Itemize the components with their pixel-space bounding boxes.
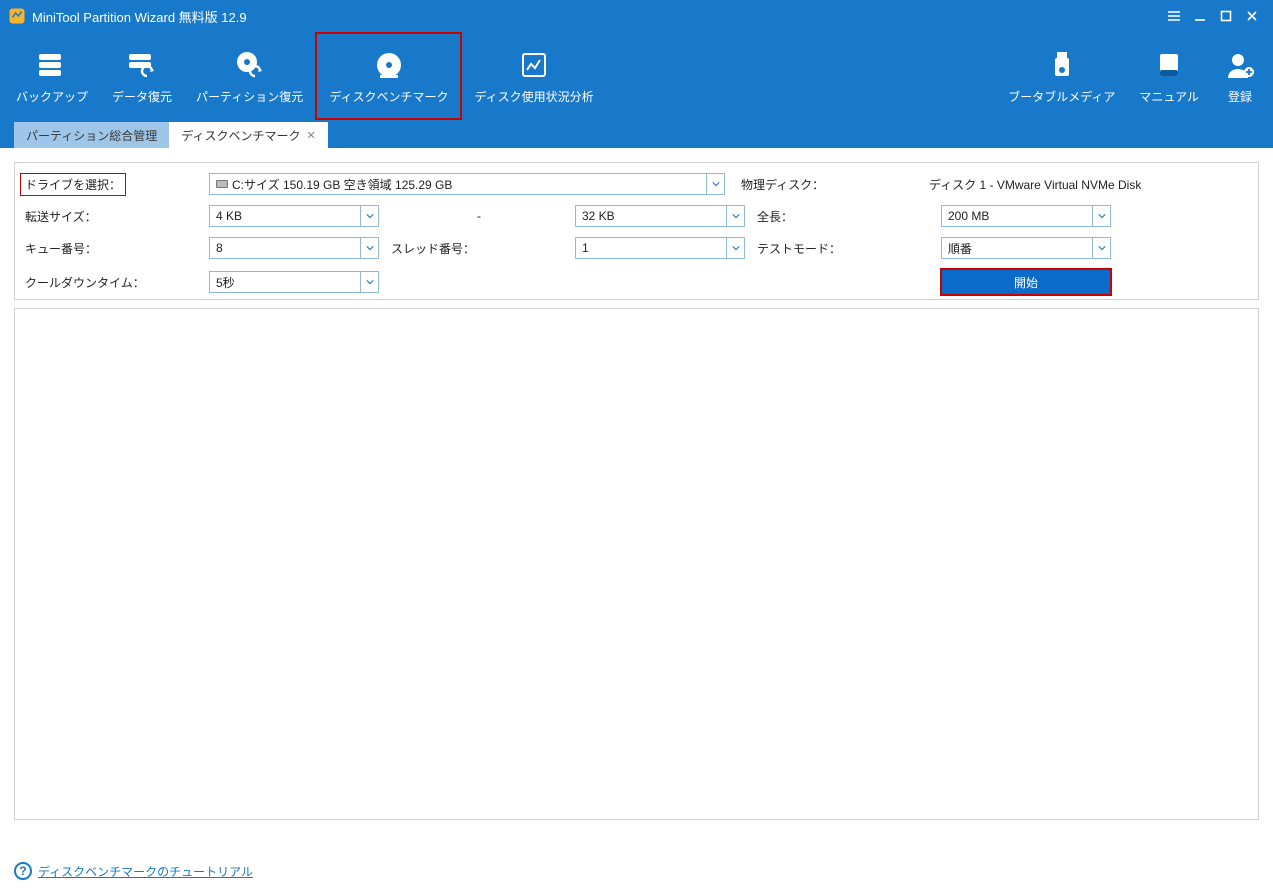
cooldown-select[interactable]: 5秒 [209,271,379,293]
toolbar-partition-recovery-label: パーティション復元 [196,88,303,105]
select-drive-label: ドライブを選択： [21,174,125,195]
close-icon[interactable] [1239,4,1265,28]
toolbar-disk-benchmark-label: ディスクベンチマーク [329,88,448,105]
cooldown-label: クールダウンタイム： [21,274,201,291]
book-icon [1152,48,1186,82]
chevron-down-icon [360,206,378,226]
tutorial-link[interactable]: ディスクベンチマークのチュートリアル [38,863,253,880]
settings-panel: ドライブを選択： C:サイズ 150.19 GB 空き領域 125.29 GB … [14,162,1259,300]
toolbar-data-recovery-label: データ復元 [112,88,172,105]
test-mode-value: 順番 [942,240,1092,257]
chevron-down-icon [726,238,744,258]
app-title: MiniTool Partition Wizard 無料版 12.9 [32,7,247,26]
tab-close-icon[interactable]: ✕ [306,129,315,142]
chevron-down-icon [360,272,378,292]
main-toolbar: バックアップ データ復元 パーティション復元 ディスクベンチマーク ディスク使用… [0,32,1273,120]
transfer-size-to[interactable]: 32 KB [575,205,745,227]
chevron-down-icon [1092,206,1110,226]
queue-label: キュー番号： [21,240,201,257]
toolbar-bootable-media[interactable]: ブータブルメディア [996,32,1127,120]
toolbar-backup[interactable]: バックアップ [4,32,100,120]
minimize-icon[interactable] [1187,4,1213,28]
tab-disk-benchmark-label: ディスクベンチマーク [181,127,300,144]
toolbar-register-label: 登録 [1228,88,1252,105]
toolbar-data-recovery[interactable]: データ復元 [100,32,184,120]
start-button-label: 開始 [1014,274,1038,291]
thread-select[interactable]: 1 [575,237,745,259]
footer: ? ディスクベンチマークのチュートリアル [14,862,253,880]
drive-icon [216,180,228,188]
transfer-size-from-value: 4 KB [210,209,360,223]
toolbar-disk-benchmark[interactable]: ディスクベンチマーク [315,32,462,120]
physical-disk-label: 物理ディスク： [737,176,917,193]
chevron-down-icon [1092,238,1110,258]
toolbar-backup-label: バックアップ [16,88,88,105]
toolbar-disk-usage-label: ディスク使用状況分析 [474,88,593,105]
transfer-dash: - [387,209,567,223]
total-length-select[interactable]: 200 MB [941,205,1111,227]
app-icon [8,7,26,25]
disk-usage-icon [517,48,551,82]
drive-select-value: C:サイズ 150.19 GB 空き領域 125.29 GB [232,176,452,193]
thread-value: 1 [576,241,726,255]
user-add-icon [1223,48,1257,82]
maximize-icon[interactable] [1213,4,1239,28]
chevron-down-icon [706,174,724,194]
content-area: ドライブを選択： C:サイズ 150.19 GB 空き領域 125.29 GB … [0,148,1273,834]
toolbar-manual-label: マニュアル [1139,88,1199,105]
start-button[interactable]: 開始 [941,269,1111,295]
partition-recovery-icon [233,48,267,82]
transfer-size-to-value: 32 KB [576,209,726,223]
toolbar-bootable-label: ブータブルメディア [1008,88,1115,105]
total-length-label: 全長： [753,208,933,225]
test-mode-label: テストモード： [753,240,933,257]
physical-disk-value: ディスク 1 - VMware Virtual NVMe Disk [925,176,1252,193]
results-area [14,308,1259,820]
tab-bar: パーティション総合管理 ディスクベンチマーク ✕ [0,120,1273,148]
titlebar: MiniTool Partition Wizard 無料版 12.9 [0,0,1273,32]
help-icon: ? [14,862,32,880]
data-recovery-icon [125,48,159,82]
toolbar-disk-usage[interactable]: ディスク使用状況分析 [462,32,605,120]
tab-disk-benchmark[interactable]: ディスクベンチマーク ✕ [169,122,327,148]
toolbar-register[interactable]: 登録 [1211,32,1269,120]
usb-icon [1045,48,1079,82]
toolbar-partition-recovery[interactable]: パーティション復元 [184,32,315,120]
tab-partition-management[interactable]: パーティション総合管理 [14,122,169,148]
toolbar-manual[interactable]: マニュアル [1127,32,1211,120]
disk-benchmark-icon [372,48,406,82]
total-length-value: 200 MB [942,209,1092,223]
transfer-size-label: 転送サイズ： [21,208,201,225]
tab-partition-management-label: パーティション総合管理 [26,127,157,144]
queue-select[interactable]: 8 [209,237,379,259]
transfer-size-from[interactable]: 4 KB [209,205,379,227]
hamburger-icon[interactable] [1161,4,1187,28]
drive-select[interactable]: C:サイズ 150.19 GB 空き領域 125.29 GB [209,173,725,195]
thread-label: スレッド番号： [387,240,567,257]
chevron-down-icon [360,238,378,258]
cooldown-value: 5秒 [210,274,360,291]
test-mode-select[interactable]: 順番 [941,237,1111,259]
backup-icon [35,48,69,82]
chevron-down-icon [726,206,744,226]
queue-value: 8 [210,241,360,255]
